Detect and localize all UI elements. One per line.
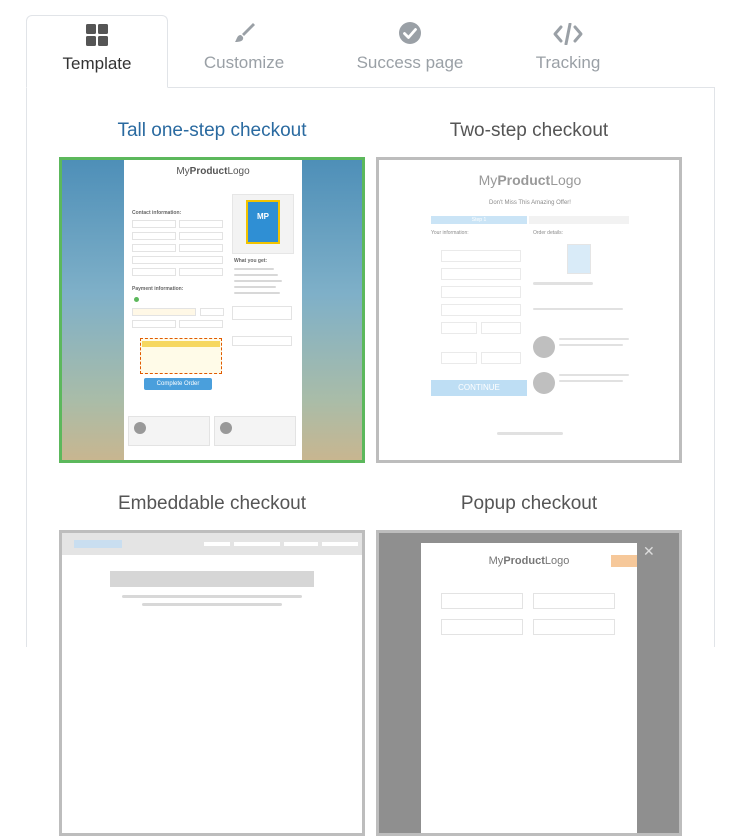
check-circle-icon: [399, 22, 421, 44]
tab-tracking[interactable]: Tracking: [500, 15, 636, 88]
template-title-tall-one-step[interactable]: Tall one-step checkout: [59, 120, 365, 142]
template-thumb-embeddable[interactable]: [59, 530, 365, 836]
preview-page: MyProductLogo Contact information: Payme…: [124, 160, 302, 460]
template-thumb-two-step[interactable]: MyProductLogo Don't Miss This Amazing Of…: [376, 157, 682, 463]
preview-complete-order: Complete Order: [144, 378, 212, 390]
preview-payment-heading: Payment information:: [132, 286, 184, 292]
preview-popup: MyProductLogo: [421, 543, 637, 833]
brush-icon: [235, 23, 255, 42]
tab-customize-label: Customize: [203, 53, 285, 72]
template-thumb-tall-one-step[interactable]: MyProductLogo Contact information: Payme…: [59, 157, 365, 463]
tab-template-label: Template: [62, 54, 132, 73]
code-icon: [553, 23, 583, 45]
template-title-two-step[interactable]: Two-step checkout: [376, 120, 682, 142]
preview-continue-button: CONTINUE: [431, 380, 527, 396]
preview-logo-popup: MyProductLogo: [488, 555, 570, 567]
preview-what-you-get: What you get:: [234, 258, 268, 264]
tab-bar: Template Customize Success page Tracking: [0, 0, 741, 88]
tab-customize[interactable]: Customize: [168, 15, 320, 88]
template-thumb-popup[interactable]: MyProductLogo ✕: [376, 530, 682, 836]
tab-success-page[interactable]: Success page: [330, 15, 490, 88]
tab-tracking-label: Tracking: [535, 53, 601, 72]
preview-headline: Don't Miss This Amazing Offer!: [489, 200, 571, 206]
close-icon: ✕: [643, 543, 655, 559]
tab-template[interactable]: Template: [26, 15, 168, 88]
preview-contact-heading: Contact information:: [132, 210, 182, 216]
preview-order-details: Order details:: [533, 230, 564, 236]
preview-page-two-step: MyProductLogo Don't Miss This Amazing Of…: [397, 160, 663, 460]
preview-step-1: Step 1: [431, 216, 527, 224]
preview-logo-two-step: MyProductLogo: [478, 172, 582, 188]
preview-product-box: MP: [246, 200, 280, 244]
preview-logo: MyProductLogo: [176, 166, 250, 177]
template-title-popup[interactable]: Popup checkout: [376, 493, 682, 515]
grid-icon: [86, 24, 108, 46]
template-title-embeddable[interactable]: Embeddable checkout: [59, 493, 365, 515]
preview-your-information: Your information:: [431, 230, 469, 236]
tab-success-page-label: Success page: [356, 53, 464, 72]
